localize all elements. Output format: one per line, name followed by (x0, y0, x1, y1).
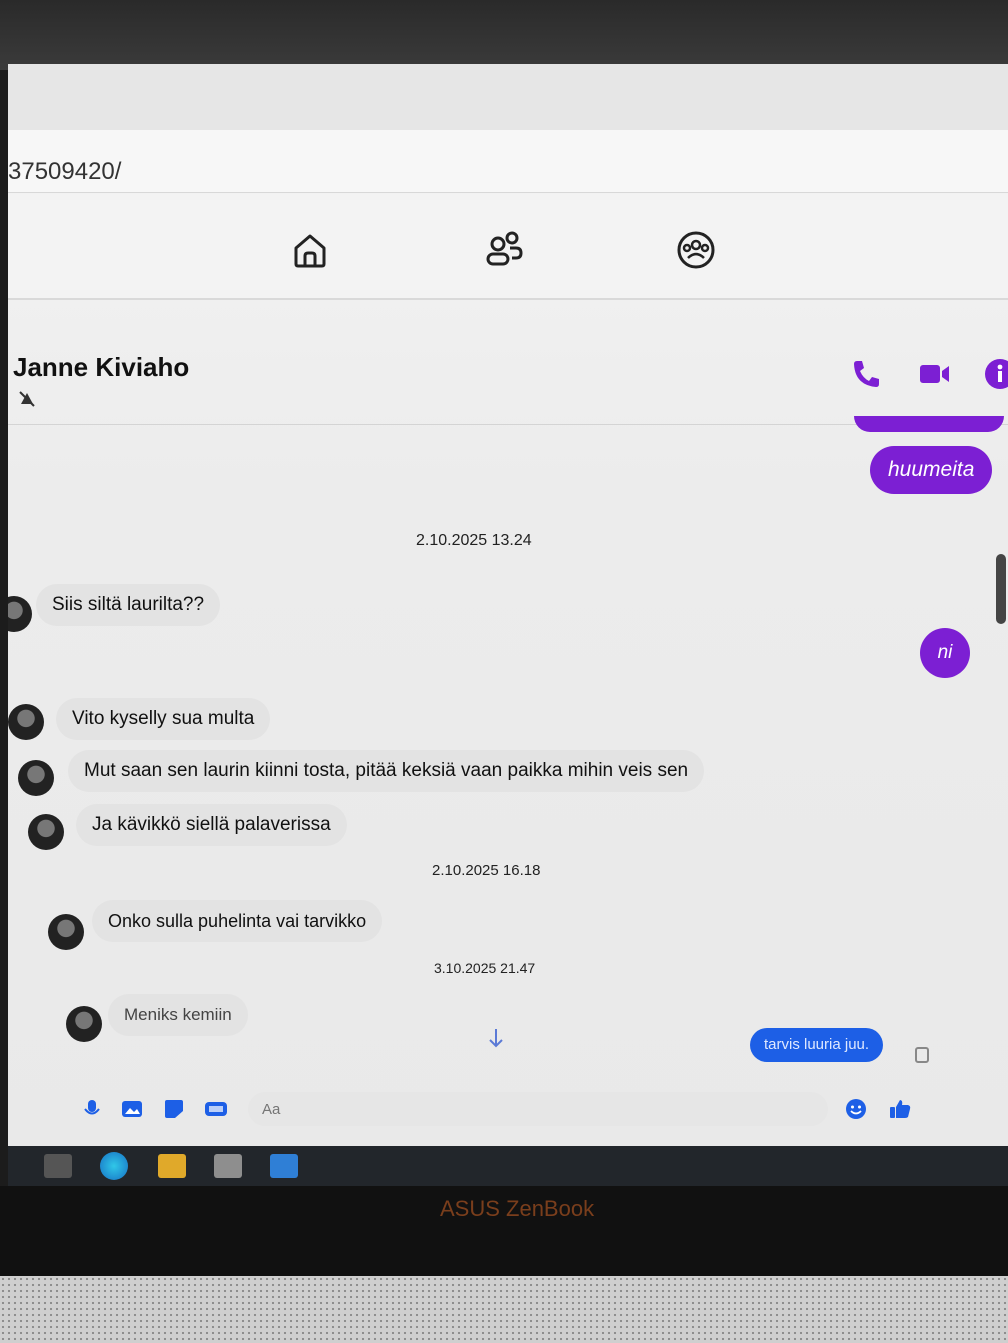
timestamp: 2.10.2025 16.18 (432, 862, 541, 879)
timestamp: 2.10.2025 13.24 (416, 532, 532, 549)
file-explorer-icon[interactable] (158, 1154, 186, 1178)
url-text: 37509420/ (8, 158, 122, 185)
gif-icon[interactable] (204, 1098, 228, 1120)
laptop-brand: ASUS ZenBook (440, 1196, 595, 1221)
task-view-icon[interactable] (44, 1154, 72, 1178)
emoji-icon[interactable] (844, 1098, 868, 1120)
tab-strip (8, 64, 1008, 130)
browser-window: 37509420/ Janne Kiviaho huumeita 2.10.20… (8, 64, 1008, 1146)
message-composer (8, 1084, 1008, 1146)
scrollbar[interactable] (996, 554, 1006, 624)
received-message[interactable]: Onko sulla puhelinta vai tarvikko (92, 900, 383, 942)
sticker-icon[interactable] (162, 1098, 186, 1120)
seen-status-icon (915, 1047, 929, 1063)
mail-icon[interactable] (270, 1154, 298, 1178)
scroll-down-arrow-icon[interactable] (486, 1026, 506, 1050)
conversation-header: Janne Kiviaho (8, 300, 1008, 425)
muted-bell-icon (19, 391, 35, 407)
os-taskbar (8, 1146, 1008, 1186)
sent-message[interactable]: tarvis luuria juu. (750, 1028, 884, 1062)
home-icon[interactable] (290, 230, 330, 270)
received-message[interactable]: Meniks kemiin (108, 994, 248, 1036)
avatar (18, 760, 54, 796)
message-input[interactable] (248, 1092, 828, 1126)
info-icon[interactable] (984, 358, 1008, 390)
received-message[interactable]: Siis siltä laurilta?? (36, 584, 221, 626)
avatar (8, 704, 44, 740)
sent-message[interactable]: huumeita (870, 446, 993, 494)
avatar (28, 814, 64, 850)
received-message[interactable]: Ja kävikkö siellä palaverissa (76, 804, 347, 846)
laptop-body: ASUS ZenBook (0, 1186, 1008, 1276)
monitor-bezel (0, 0, 1008, 70)
sent-message[interactable]: ni (920, 628, 970, 678)
avatar (66, 1006, 102, 1042)
microphone-icon[interactable] (80, 1098, 104, 1120)
top-nav (8, 194, 1008, 300)
avatar (48, 914, 84, 950)
timestamp: 3.10.2025 21.47 (434, 960, 536, 976)
store-icon[interactable] (214, 1154, 242, 1178)
keyboard-deck (0, 1276, 1008, 1343)
video-call-icon[interactable] (918, 358, 950, 390)
contact-name[interactable]: Janne Kiviaho (13, 352, 189, 383)
phone-icon[interactable] (850, 358, 882, 390)
groups-icon[interactable] (676, 230, 716, 270)
clipped-sent-bubble (854, 416, 1004, 432)
received-message[interactable]: Vito kyselly sua multa (56, 698, 271, 740)
received-message[interactable]: Mut saan sen laurin kiinni tosta, pitää … (68, 750, 705, 792)
message-thread[interactable]: huumeita 2.10.2025 13.24 Siis siltä laur… (8, 416, 1008, 1084)
address-bar[interactable]: 37509420/ (8, 130, 1008, 193)
image-icon[interactable] (120, 1098, 144, 1120)
avatar (8, 596, 32, 632)
thumbs-up-icon[interactable] (888, 1098, 912, 1120)
edge-browser-icon[interactable] (100, 1152, 128, 1180)
friends-icon[interactable] (484, 230, 524, 270)
